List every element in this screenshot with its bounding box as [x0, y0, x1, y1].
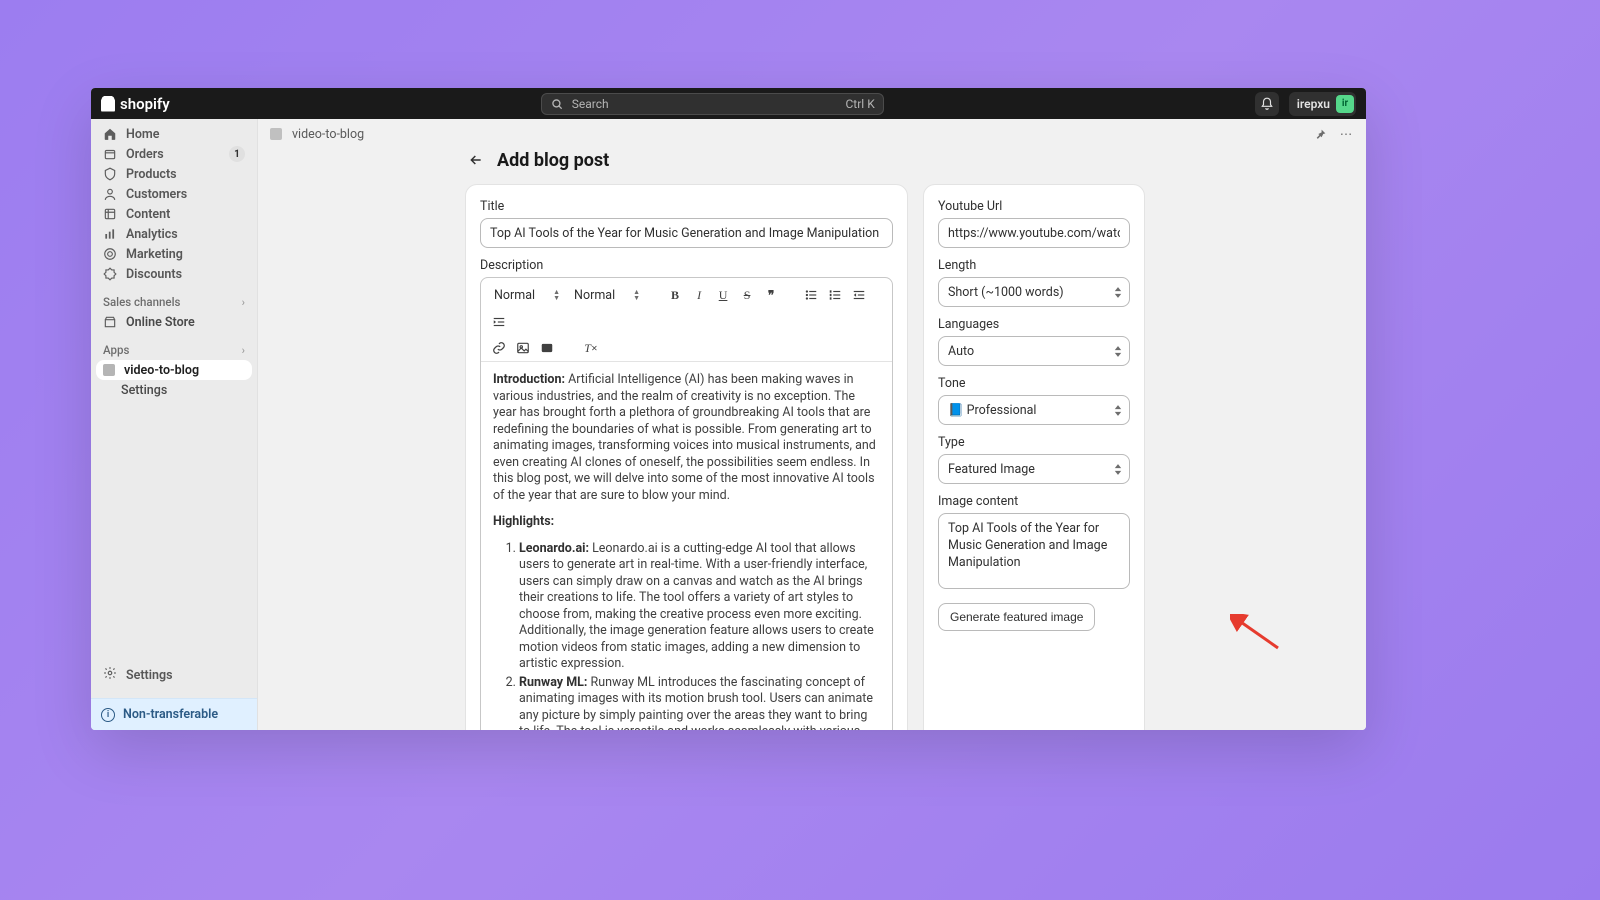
search-placeholder: Search	[572, 97, 609, 111]
search-input[interactable]: Search Ctrl K	[541, 93, 884, 115]
gear-icon	[103, 666, 117, 684]
nav-online-store[interactable]: Online Store	[91, 312, 257, 332]
description-label: Description	[480, 258, 893, 273]
nav-content[interactable]: Content	[91, 204, 257, 224]
user-menu[interactable]: irepxu ir	[1289, 92, 1356, 116]
languages-select[interactable]	[938, 336, 1130, 366]
rich-text-editor: Normal▲▼ Normal▲▼ B I U S ❞	[480, 277, 893, 730]
orders-icon	[103, 147, 117, 161]
nav-products[interactable]: Products	[91, 164, 257, 184]
pin-button[interactable]	[1312, 126, 1328, 142]
outdent-button[interactable]	[848, 284, 870, 306]
nav-orders[interactable]: Orders1	[91, 144, 257, 164]
nav-marketing[interactable]: Marketing	[91, 244, 257, 264]
shopify-icon	[101, 96, 115, 112]
image-button[interactable]	[512, 337, 534, 359]
title-label: Title	[480, 199, 893, 214]
brand-name: shopify	[120, 95, 170, 113]
chevron-right-icon[interactable]: ›	[242, 296, 245, 309]
notifications-button[interactable]	[1255, 92, 1279, 116]
youtube-url-input[interactable]	[938, 218, 1130, 248]
bell-icon	[1260, 97, 1274, 111]
marketing-icon	[103, 247, 117, 261]
nav-analytics[interactable]: Analytics	[91, 224, 257, 244]
list-item: Runway ML: Runway ML introduces the fasc…	[519, 675, 880, 731]
languages-label: Languages	[938, 317, 1130, 332]
indent-button[interactable]	[488, 311, 510, 333]
sidebar-bottom: Settings i Non-transferable	[91, 658, 257, 730]
numbered-list-button[interactable]	[824, 284, 846, 306]
analytics-icon	[103, 227, 117, 241]
products-icon	[103, 167, 117, 181]
customers-icon	[103, 187, 117, 201]
length-select[interactable]	[938, 277, 1130, 307]
tone-select[interactable]	[938, 395, 1130, 425]
nav-app-settings[interactable]: Settings	[91, 380, 257, 400]
youtube-url-label: Youtube Url	[938, 199, 1130, 214]
rte-paragraph-select[interactable]: Normal▲▼	[488, 283, 566, 307]
type-label: Type	[938, 435, 1130, 450]
quote-button[interactable]: ❞	[760, 284, 782, 306]
app-icon	[270, 128, 282, 140]
video-button[interactable]	[536, 337, 558, 359]
content-area: video-to-blog ⋯ Add blog post	[258, 119, 1366, 730]
brand-logo[interactable]: shopify	[101, 95, 170, 113]
home-icon	[103, 127, 117, 141]
nav-discounts[interactable]: Discounts	[91, 264, 257, 284]
rte-font-select[interactable]: Normal▲▼	[568, 283, 646, 307]
discounts-icon	[103, 267, 117, 281]
title-input[interactable]	[480, 218, 893, 248]
rte-toolbar: Normal▲▼ Normal▲▼ B I U S ❞	[481, 278, 892, 362]
underline-button[interactable]: U	[712, 284, 734, 306]
main-form-card: Title Description Normal▲▼ Normal▲▼ B	[465, 184, 908, 730]
link-button[interactable]	[488, 337, 510, 359]
online-store-icon	[103, 315, 117, 329]
bullet-list-button[interactable]	[800, 284, 822, 306]
list-item: Leonardo.ai: Leonardo.ai is a cutting-ed…	[519, 541, 880, 673]
breadcrumb: video-to-blog ⋯	[258, 119, 1366, 149]
nav-customers[interactable]: Customers	[91, 184, 257, 204]
rte-body[interactable]: Introduction: Artificial Intelligence (A…	[481, 362, 892, 730]
strike-button[interactable]: S	[736, 284, 758, 306]
topbar: shopify Search Ctrl K irepxu ir	[91, 88, 1366, 119]
app-window: shopify Search Ctrl K irepxu ir Home	[91, 88, 1366, 730]
image-content-label: Image content	[938, 494, 1130, 509]
clear-format-button[interactable]: T✕	[580, 337, 602, 359]
search-shortcut: Ctrl K	[846, 97, 875, 111]
breadcrumb-app[interactable]: video-to-blog	[292, 127, 364, 142]
more-button[interactable]: ⋯	[1338, 126, 1354, 142]
italic-button[interactable]: I	[688, 284, 710, 306]
length-label: Length	[938, 258, 1130, 273]
search-icon	[550, 97, 564, 111]
page-title: Add blog post	[497, 150, 609, 171]
username: irepxu	[1297, 97, 1330, 111]
orders-badge: 1	[229, 146, 245, 162]
type-select[interactable]	[938, 454, 1130, 484]
arrow-left-icon	[468, 152, 484, 168]
content-icon	[103, 207, 117, 221]
bold-button[interactable]: B	[664, 284, 686, 306]
section-sales-channels: Sales channels›	[91, 292, 257, 312]
generate-featured-image-button[interactable]: Generate featured image	[938, 603, 1095, 631]
info-icon: i	[101, 708, 115, 722]
avatar: ir	[1336, 95, 1354, 113]
app-icon	[103, 364, 115, 376]
tone-label: Tone	[938, 376, 1130, 391]
sidebar: Home Orders1 Products Customers Content …	[91, 119, 258, 730]
non-transferable-banner[interactable]: i Non-transferable	[91, 698, 257, 730]
side-form-card: Youtube Url Length Languages	[923, 184, 1145, 730]
nav-settings[interactable]: Settings	[91, 658, 257, 692]
chevron-right-icon[interactable]: ›	[242, 344, 245, 357]
nav-home[interactable]: Home	[91, 124, 257, 144]
image-content-textarea[interactable]	[938, 513, 1130, 589]
nav-app-video-to-blog[interactable]: video-to-blog	[96, 360, 252, 380]
back-button[interactable]	[465, 149, 487, 171]
section-apps: Apps›	[91, 340, 257, 360]
